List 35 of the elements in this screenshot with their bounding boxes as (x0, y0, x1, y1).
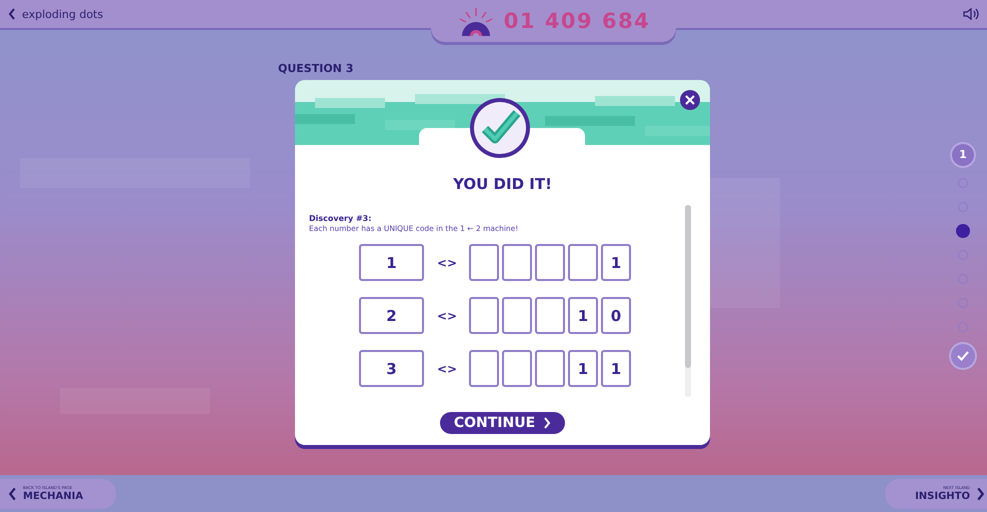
speaker-icon[interactable] (962, 7, 979, 21)
empty-digit-box (469, 244, 499, 281)
digit-box: 1 (601, 350, 631, 387)
empty-digit-box (535, 350, 565, 387)
checkmark-badge-icon (468, 96, 532, 160)
back-link[interactable]: exploding dots (22, 8, 104, 20)
empty-digit-box (502, 350, 532, 387)
empty-digit-box (502, 297, 532, 334)
number-box: 1 (359, 244, 424, 281)
discovery-heading: Discovery #3: (309, 214, 372, 223)
empty-digit-box (568, 244, 598, 281)
number-box: 2 (359, 297, 424, 334)
digit-box: 1 (601, 244, 631, 281)
question-label: QUESTION 3 (278, 62, 354, 75)
continue-button[interactable]: CONTINUE (440, 412, 566, 434)
island-name: MECHANIA (23, 491, 84, 502)
digit-box: 1 (568, 350, 598, 387)
empty-digit-box (469, 350, 499, 387)
arrows-symbol: <> (436, 362, 458, 376)
close-icon (685, 95, 695, 105)
empty-digit-box (535, 297, 565, 334)
checkmark-icon (957, 351, 969, 361)
number-box: 3 (359, 350, 424, 387)
empty-digit-box (502, 244, 532, 281)
step-number-badge: 1 (952, 144, 974, 166)
empty-digit-box (469, 297, 499, 334)
digit-box: 1 (568, 297, 598, 334)
dialog-title: YOU DID IT! (452, 175, 553, 193)
digit-box: 0 (601, 297, 631, 334)
arrows-symbol: <> (436, 256, 458, 270)
arrows-symbol: <> (436, 308, 458, 322)
empty-digit-box (535, 244, 565, 281)
score-counter: 01 409 684 (504, 9, 650, 33)
island-name: INSIGHTO (915, 491, 970, 502)
scrollbar[interactable] (685, 205, 691, 397)
